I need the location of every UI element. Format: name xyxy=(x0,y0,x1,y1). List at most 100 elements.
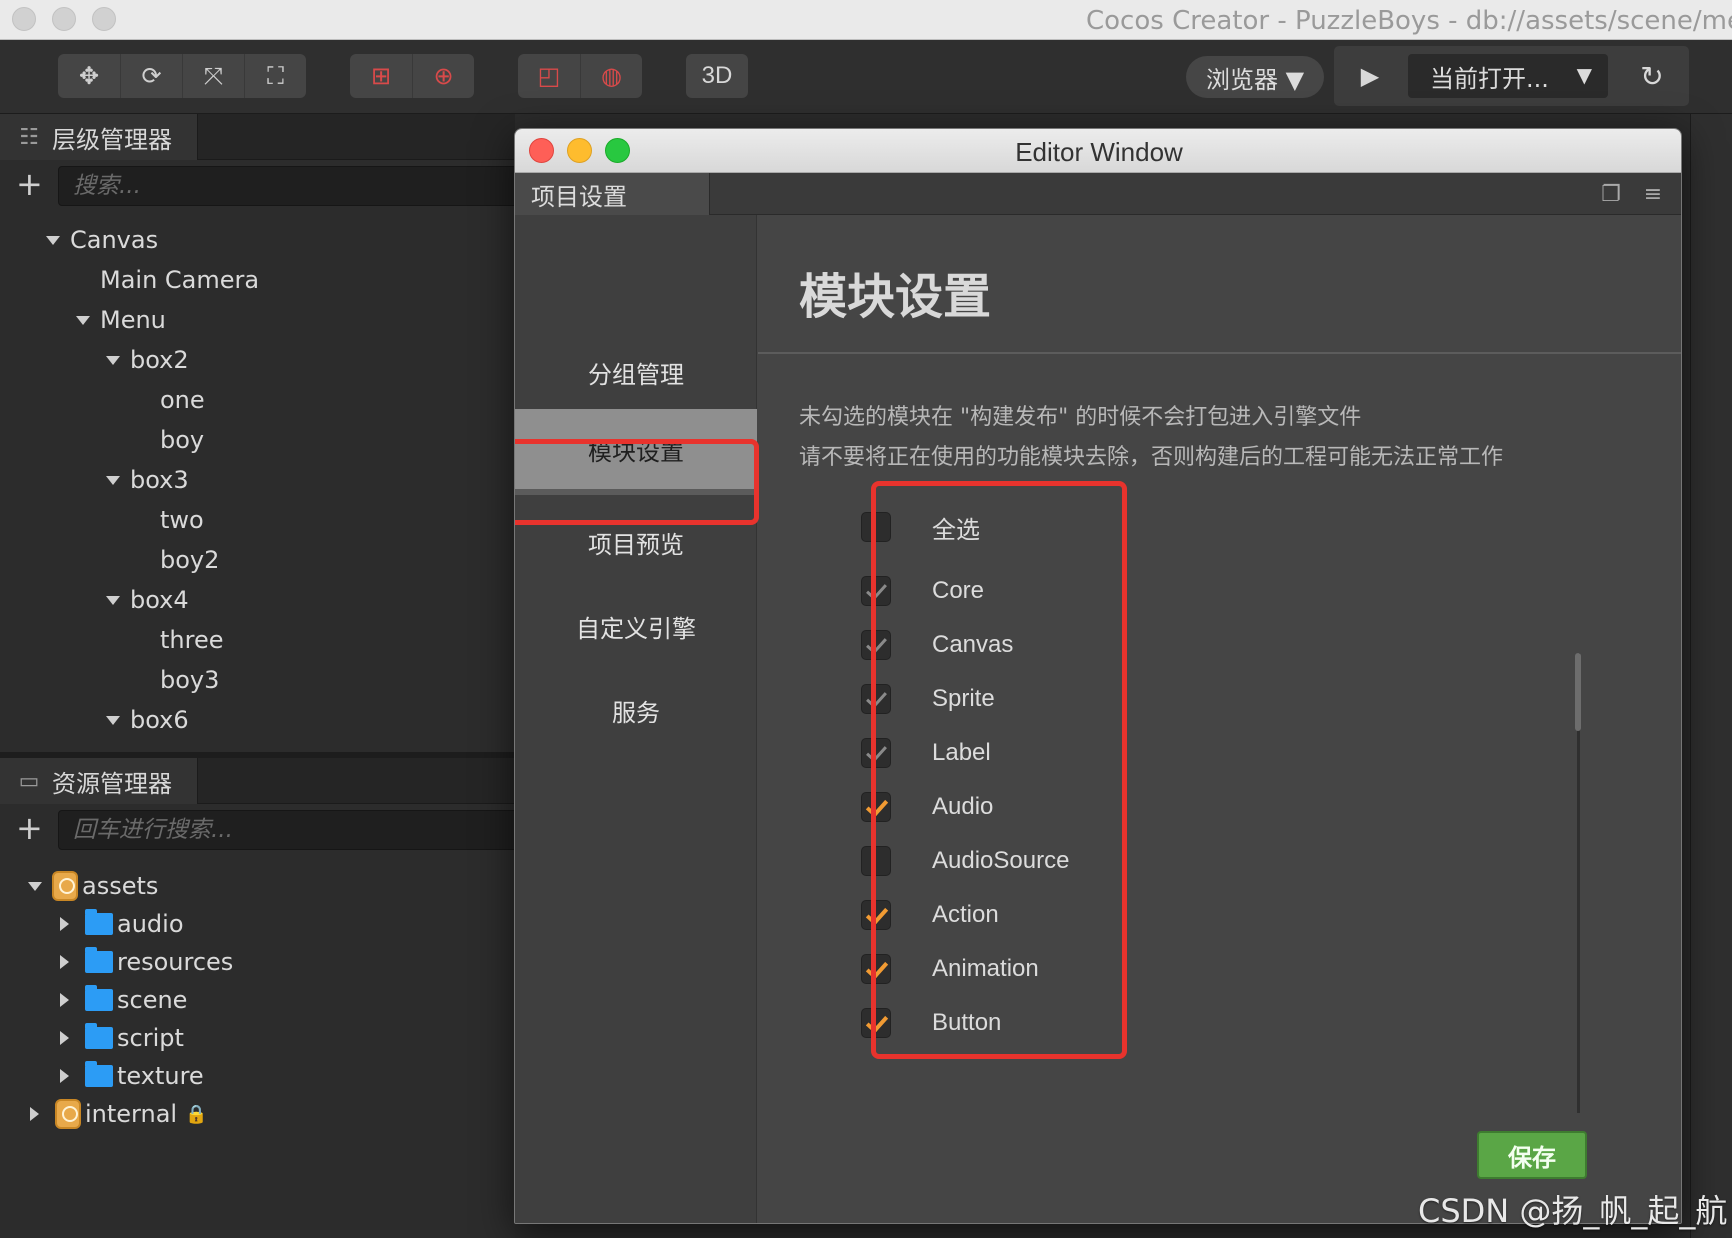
expand-triangle-icon[interactable] xyxy=(76,315,90,325)
folder-icon xyxy=(85,909,113,935)
asset-db-item[interactable]: assets xyxy=(28,868,158,904)
browser-select[interactable]: 浏览器 ▼ xyxy=(1186,56,1325,98)
module-row[interactable]: Audio xyxy=(861,787,993,827)
collapsed-triangle-icon[interactable] xyxy=(60,917,69,931)
mode-3d-group: 3D xyxy=(686,54,748,98)
tree-node[interactable]: boy xyxy=(160,422,204,458)
asset-folder-item[interactable]: texture xyxy=(60,1058,204,1094)
module-checkbox[interactable] xyxy=(861,792,891,822)
popout-icon[interactable]: ❐ xyxy=(1597,181,1625,207)
select-all-checkbox[interactable] xyxy=(861,512,891,542)
asset-folder-item[interactable]: scene xyxy=(60,982,187,1018)
module-row[interactable]: Action xyxy=(861,895,999,935)
assets-search-input[interactable] xyxy=(58,810,528,850)
module-checkbox[interactable] xyxy=(861,954,891,984)
expand-triangle-icon[interactable] xyxy=(46,235,60,245)
nav-item-group-management[interactable]: 分组管理 xyxy=(515,329,757,415)
tree-node[interactable]: box4 xyxy=(106,582,189,618)
expand-triangle-icon[interactable] xyxy=(106,355,120,365)
module-row[interactable]: Animation xyxy=(861,949,1039,989)
local-space-icon[interactable]: ◰ xyxy=(518,54,580,98)
rect-icon[interactable]: ⛶ xyxy=(244,54,306,98)
tab-assets[interactable]: ▭ 资源管理器 xyxy=(0,758,198,804)
module-row[interactable]: AudioSource xyxy=(861,841,1069,881)
tree-node[interactable]: box2 xyxy=(106,342,189,378)
global-space-icon[interactable]: ◍ xyxy=(580,54,642,98)
collapsed-triangle-icon[interactable] xyxy=(60,1031,69,1045)
refresh-icon[interactable]: ↻ xyxy=(1626,54,1678,98)
collapsed-triangle-icon[interactable] xyxy=(60,955,69,969)
nav-item-services[interactable]: 服务 xyxy=(515,667,757,753)
module-row[interactable]: Sprite xyxy=(861,679,995,719)
tree-node[interactable]: three xyxy=(160,622,224,658)
watermark: CSDN @扬_帆_起_航 xyxy=(1418,1192,1728,1230)
module-row[interactable]: Canvas xyxy=(861,625,1013,665)
expand-triangle-icon[interactable] xyxy=(106,595,120,605)
nav-item-module-settings[interactable]: 模块设置 xyxy=(515,409,757,495)
nav-item-custom-engine[interactable]: 自定义引擎 xyxy=(515,583,757,669)
folder-icon xyxy=(85,1023,113,1049)
toggle-3d-button[interactable]: 3D xyxy=(686,54,748,98)
tab-hierarchy[interactable]: ☷ 层级管理器 xyxy=(0,114,198,160)
collapsed-triangle-icon[interactable] xyxy=(60,1069,69,1083)
current-scene-select[interactable]: 当前打开... ▼ xyxy=(1408,54,1608,98)
window-zoom-light[interactable] xyxy=(92,7,116,31)
asset-label: assets xyxy=(82,872,159,900)
right-edge-panel xyxy=(1690,114,1732,1238)
hierarchy-search-input[interactable] xyxy=(58,166,528,206)
move-icon[interactable]: ✥ xyxy=(58,54,120,98)
scale-icon[interactable]: ⤧ xyxy=(182,54,244,98)
page-title: 模块设置 xyxy=(799,269,992,325)
rotate-icon[interactable]: ⟳ xyxy=(120,54,182,98)
module-checkbox[interactable] xyxy=(861,846,891,876)
module-checkbox-locked xyxy=(861,738,891,768)
module-list-scroll-thumb[interactable] xyxy=(1575,653,1581,731)
asset-folder-item[interactable]: script xyxy=(60,1020,184,1056)
add-asset-icon[interactable]: + xyxy=(16,812,43,844)
tree-node[interactable]: Canvas xyxy=(46,222,158,258)
description-line-1: 未勾选的模块在 "构建发布" 的时候不会打包进入引擎文件 xyxy=(799,405,1362,430)
save-button[interactable]: 保存 xyxy=(1477,1131,1587,1179)
asset-db-item[interactable]: internal 🔒 xyxy=(30,1096,208,1132)
preview-group: ▶ 当前打开... ▼ ↻ xyxy=(1334,46,1689,106)
tree-node[interactable]: Main Camera xyxy=(100,262,259,298)
module-row[interactable]: Core xyxy=(861,571,984,611)
lock-icon: 🔒 xyxy=(185,1103,208,1125)
window-close-light[interactable] xyxy=(12,7,36,31)
tree-node[interactable]: Menu xyxy=(76,302,166,338)
tree-node[interactable]: box3 xyxy=(106,462,189,498)
tree-node[interactable]: boy3 xyxy=(160,662,219,698)
window-minimize-light[interactable] xyxy=(52,7,76,31)
tree-node[interactable]: one xyxy=(160,382,205,418)
asset-label: audio xyxy=(117,910,184,938)
asset-db-icon xyxy=(52,871,78,901)
module-label: Audio xyxy=(932,793,994,820)
collapsed-triangle-icon[interactable] xyxy=(60,993,69,1007)
tab-project-settings[interactable]: 项目设置 xyxy=(515,173,710,215)
module-label: Button xyxy=(932,1009,1002,1036)
module-row[interactable]: Label xyxy=(861,733,991,773)
asset-folder-item[interactable]: audio xyxy=(60,906,184,942)
menu-icon[interactable]: ≡ xyxy=(1639,181,1667,207)
module-checkbox[interactable] xyxy=(861,1008,891,1038)
play-icon[interactable]: ▶ xyxy=(1344,54,1396,98)
asset-folder-item[interactable]: resources xyxy=(60,944,233,980)
module-row-select-all[interactable]: 全选 xyxy=(861,507,980,547)
module-checkbox[interactable] xyxy=(861,900,891,930)
tree-node[interactable]: boy2 xyxy=(160,542,219,578)
tree-node[interactable]: two xyxy=(160,502,204,538)
tree-node[interactable]: box6 xyxy=(106,702,189,738)
collapsed-triangle-icon[interactable] xyxy=(30,1107,39,1121)
expand-triangle-icon[interactable] xyxy=(28,881,42,891)
nav-item-project-preview[interactable]: 项目预览 xyxy=(515,499,757,585)
editor-window-titlebar[interactable]: Editor Window xyxy=(515,129,1681,173)
module-row[interactable]: Button xyxy=(861,1003,1001,1043)
expand-triangle-icon[interactable] xyxy=(106,475,120,485)
assets-search-row: + xyxy=(0,804,528,854)
module-settings-content: 模块设置 未勾选的模块在 "构建发布" 的时候不会打包进入引擎文件 请不要将正在… xyxy=(758,215,1681,1223)
pivot-icon[interactable]: ⊞ xyxy=(350,54,412,98)
editor-window: Editor Window 项目设置 ❐ ≡ 分组管理 模块设置 项目预览 自定… xyxy=(514,128,1682,1224)
center-icon[interactable]: ⊕ xyxy=(412,54,474,98)
add-node-icon[interactable]: + xyxy=(16,168,43,200)
expand-triangle-icon[interactable] xyxy=(106,715,120,725)
